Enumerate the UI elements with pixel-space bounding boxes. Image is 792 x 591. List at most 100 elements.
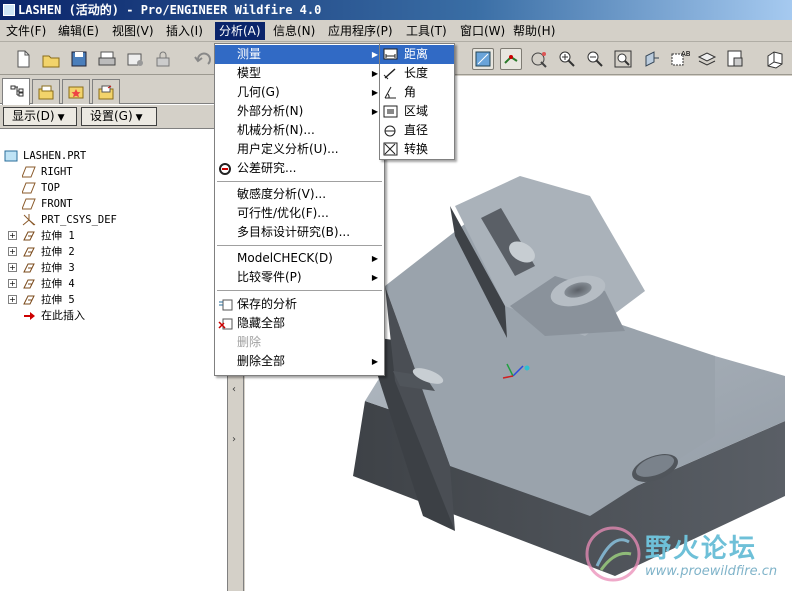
saved-views-icon[interactable]: AB bbox=[668, 48, 690, 70]
menu-insert[interactable]: 插入(I) bbox=[162, 22, 207, 40]
tab-connections[interactable] bbox=[92, 79, 120, 104]
reorient-icon[interactable] bbox=[640, 48, 662, 70]
menu-item-geometry[interactable]: 几何(G) ▶ bbox=[215, 83, 384, 102]
menu-bar: 文件(F) 编辑(E) 视图(V) 插入(I) 分析(A) 信息(N) 应用程序… bbox=[0, 20, 792, 42]
measure-submenu: 距离 长度 角 区域 直径 转换 bbox=[379, 43, 455, 160]
menu-tools[interactable]: 工具(T) bbox=[402, 22, 451, 40]
datum-plane-icon bbox=[21, 198, 36, 210]
menu-info[interactable]: 信息(N) bbox=[269, 22, 319, 40]
show-dropdown-label: 显示(D) bbox=[12, 109, 55, 123]
datum-plane-icon bbox=[21, 166, 36, 178]
expand-icon[interactable]: + bbox=[8, 263, 17, 272]
model-tree-icon bbox=[8, 83, 24, 99]
settings-dropdown-label: 设置(G) bbox=[90, 109, 133, 123]
menu-help[interactable]: 帮助(H) bbox=[509, 22, 559, 40]
menu-view[interactable]: 视图(V) bbox=[108, 22, 158, 40]
submenu-arrow-icon: ▶ bbox=[371, 50, 378, 59]
repaint-icon[interactable] bbox=[528, 48, 550, 70]
tolerance-icon bbox=[218, 161, 233, 176]
new-file-icon[interactable] bbox=[12, 48, 34, 70]
lock-icon[interactable] bbox=[152, 48, 174, 70]
expand-icon[interactable]: + bbox=[8, 231, 17, 240]
tab-model-tree[interactable] bbox=[2, 78, 30, 105]
part-icon bbox=[4, 150, 18, 162]
watermark-logo-icon bbox=[585, 526, 641, 582]
tab-favorites[interactable] bbox=[62, 79, 90, 104]
submenu-arrow-icon: ▶ bbox=[371, 69, 378, 78]
submenu-arrow-icon: ▶ bbox=[371, 357, 378, 366]
navigator-tabs bbox=[0, 76, 228, 105]
zoom-out-icon[interactable] bbox=[584, 48, 606, 70]
menu-item-diameter[interactable]: 直径 bbox=[380, 121, 454, 140]
menu-item-modelcheck[interactable]: ModelCHECK(D) ▶ bbox=[215, 249, 384, 268]
expand-icon[interactable]: + bbox=[8, 279, 17, 288]
menu-item-measure[interactable]: 测量 ▶ bbox=[215, 45, 384, 64]
menu-separator bbox=[217, 290, 382, 291]
expand-right-icon[interactable]: › bbox=[232, 434, 236, 445]
menu-file[interactable]: 文件(F) bbox=[2, 22, 50, 40]
menu-item-sensitivity-analysis[interactable]: 敏感度分析(V)... bbox=[215, 185, 384, 204]
menu-item-model[interactable]: 模型 ▶ bbox=[215, 64, 384, 83]
transform-icon bbox=[383, 142, 398, 157]
menu-item-hide-all[interactable]: 隐藏全部 bbox=[215, 314, 384, 333]
insert-here-icon bbox=[22, 310, 36, 322]
layers-icon[interactable] bbox=[696, 48, 718, 70]
menu-item-saved-analysis[interactable]: 保存的分析 bbox=[215, 295, 384, 314]
menu-item-delete-all[interactable]: 删除全部 ▶ bbox=[215, 352, 384, 371]
extrude-icon bbox=[22, 294, 36, 306]
menu-item-area[interactable]: 区域 bbox=[380, 102, 454, 121]
zoom-in-icon[interactable] bbox=[556, 48, 578, 70]
undo-icon[interactable] bbox=[192, 48, 214, 70]
hide-all-icon bbox=[218, 316, 233, 331]
settings-dropdown[interactable]: 设置(G) ▼ bbox=[81, 107, 157, 126]
menu-item-multi-objective-study[interactable]: 多目标设计研究(B)... bbox=[215, 223, 384, 242]
menu-item-user-defined-analysis[interactable]: 用户定义分析(U)... bbox=[215, 140, 384, 159]
extrude-icon bbox=[22, 246, 36, 258]
menu-edit[interactable]: 编辑(E) bbox=[54, 22, 103, 40]
menu-analysis[interactable]: 分析(A) bbox=[215, 22, 265, 40]
expand-icon[interactable]: + bbox=[8, 295, 17, 304]
submenu-arrow-icon: ▶ bbox=[371, 273, 378, 282]
tab-folder-browser[interactable] bbox=[32, 79, 60, 104]
show-dropdown[interactable]: 显示(D) ▼ bbox=[3, 107, 77, 126]
menu-item-feasibility-optimization[interactable]: 可行性/优化(F)... bbox=[215, 204, 384, 223]
send-mail-icon[interactable] bbox=[124, 48, 146, 70]
menu-item-tolerance-study[interactable]: 公差研究... bbox=[215, 159, 384, 178]
area-icon bbox=[383, 104, 398, 119]
watermark-url: www.proewildfire.cn bbox=[645, 564, 778, 579]
menu-item-length[interactable]: 长度 bbox=[380, 64, 454, 83]
datum-plane-icon bbox=[21, 182, 36, 194]
chevron-down-icon: ▼ bbox=[135, 113, 143, 123]
spin-center-icon[interactable] bbox=[472, 48, 494, 70]
angle-icon bbox=[383, 85, 398, 100]
orient-mode-icon[interactable] bbox=[500, 48, 522, 70]
menu-item-distance[interactable]: 距离 bbox=[380, 45, 454, 64]
title-bar: LASHEN (活动的) - Pro/ENGINEER Wildfire 4.0 bbox=[0, 0, 792, 20]
menu-window[interactable]: 窗口(W) bbox=[456, 22, 509, 40]
menu-item-angle[interactable]: 角 bbox=[380, 83, 454, 102]
menu-applications[interactable]: 应用程序(P) bbox=[324, 22, 397, 40]
menu-item-mechanism-analysis[interactable]: 机械分析(N)... bbox=[215, 121, 384, 140]
menu-item-external-analysis[interactable]: 外部分析(N) ▶ bbox=[215, 102, 384, 121]
extrude-icon bbox=[22, 278, 36, 290]
save-icon[interactable] bbox=[68, 48, 90, 70]
menu-item-transform[interactable]: 转换 bbox=[380, 140, 454, 159]
zoom-fit-icon[interactable] bbox=[612, 48, 634, 70]
menu-item-delete: 删除 bbox=[237, 335, 262, 349]
length-icon bbox=[383, 66, 398, 81]
csys-icon bbox=[22, 214, 36, 226]
collapse-left-icon[interactable]: ‹ bbox=[232, 384, 236, 395]
chevron-down-icon: ▼ bbox=[57, 113, 65, 123]
app-icon bbox=[3, 4, 15, 16]
print-icon[interactable] bbox=[96, 48, 118, 70]
navigator-toolbar: 显示(D) ▼ 设置(G) ▼ bbox=[0, 105, 228, 129]
menu-item-compare-parts[interactable]: 比较零件(P) ▶ bbox=[215, 268, 384, 287]
open-folder-icon[interactable] bbox=[40, 48, 62, 70]
shading-icon[interactable] bbox=[764, 48, 786, 70]
view-manager-icon[interactable] bbox=[724, 48, 746, 70]
window-title: LASHEN (活动的) - Pro/ENGINEER Wildfire 4.0 bbox=[18, 3, 322, 17]
navigator-panel: 显示(D) ▼ 设置(G) ▼ LASHEN.PRT RIGHT TOP FRONT… bbox=[0, 76, 228, 591]
expand-icon[interactable]: + bbox=[8, 247, 17, 256]
menu-separator bbox=[217, 245, 382, 246]
distance-icon bbox=[383, 47, 398, 62]
